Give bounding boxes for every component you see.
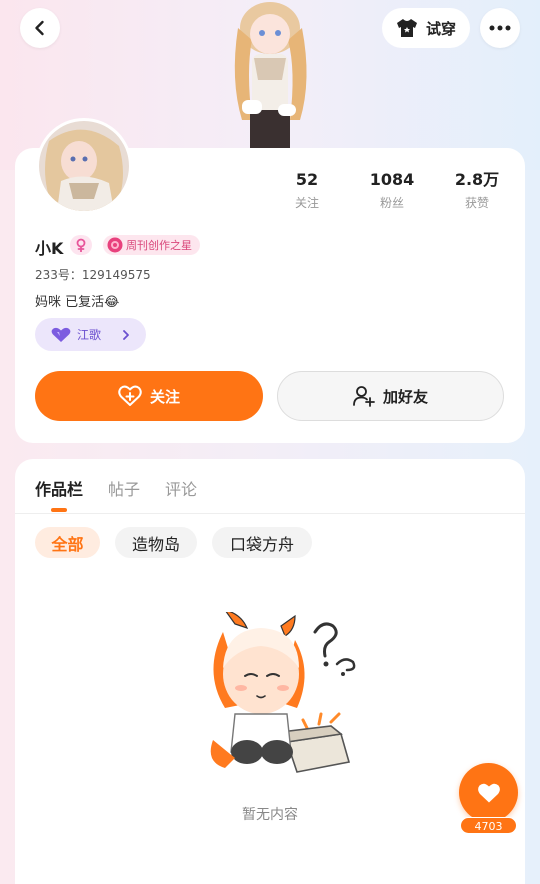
heart-icon [51, 327, 71, 342]
chevron-right-icon [123, 329, 129, 340]
title-badge-label: 周刊创作之星 [126, 239, 192, 252]
divider [15, 513, 525, 514]
female-icon [76, 238, 86, 252]
chevron-left-icon [35, 20, 44, 36]
try-on-button[interactable]: 试穿 [382, 8, 470, 48]
tab-posts[interactable]: 帖子 [108, 476, 140, 500]
back-button[interactable] [20, 8, 60, 48]
fan-badge-label: 江歌 [77, 328, 102, 342]
add-friend-label: 加好友 [382, 387, 428, 406]
user-id: 233号：129149575 [35, 268, 151, 282]
tab-works[interactable]: 作品栏 [35, 476, 83, 500]
stat-likes[interactable]: 2.8万 获赞 [437, 170, 517, 211]
user-bio: 妈咪 已复活😂 [35, 295, 120, 310]
active-tab-indicator [51, 508, 67, 512]
empty-state-illustration [210, 612, 356, 773]
empty-state-text: 暂无内容 [242, 807, 298, 823]
filter-chip-island[interactable]: 造物岛 [115, 527, 197, 558]
try-on-label: 试穿 [425, 19, 456, 38]
rosette-icon [107, 237, 123, 253]
add-friend-button[interactable]: 加好友 [277, 371, 504, 421]
heart-icon [477, 783, 500, 802]
like-fab-button[interactable] [459, 763, 518, 822]
filter-chip-all[interactable]: 全部 [35, 527, 100, 558]
more-dots-icon [489, 25, 511, 31]
avatar-image [39, 121, 129, 211]
filter-chip-pocket-ark[interactable]: 口袋方舟 [212, 527, 312, 558]
stat-value: 2.8万 [454, 170, 500, 189]
more-button[interactable] [480, 8, 520, 48]
username: 小K [35, 239, 64, 258]
fan-group-badge[interactable]: 江歌 [35, 318, 146, 351]
stat-label: 关注 [294, 196, 319, 210]
avatar-3d-figure [234, 2, 307, 150]
avatar[interactable] [36, 118, 132, 214]
follow-button[interactable]: 关注 [35, 371, 263, 421]
title-badge[interactable]: 周刊创作之星 [103, 235, 200, 255]
tshirt-icon [396, 19, 417, 37]
stat-label: 粉丝 [379, 196, 404, 210]
stat-value: 1084 [369, 170, 415, 189]
stat-label: 获赞 [464, 196, 489, 210]
stat-following[interactable]: 52 关注 [267, 170, 347, 211]
stat-followers[interactable]: 1084 粉丝 [352, 170, 432, 211]
like-count-badge: 4703 [460, 817, 517, 834]
stat-value: 52 [295, 170, 319, 189]
gender-badge [70, 235, 92, 255]
tab-comments[interactable]: 评论 [165, 476, 197, 500]
heart-plus-icon [118, 385, 142, 406]
add-user-icon [353, 386, 375, 407]
follow-label: 关注 [149, 387, 180, 406]
